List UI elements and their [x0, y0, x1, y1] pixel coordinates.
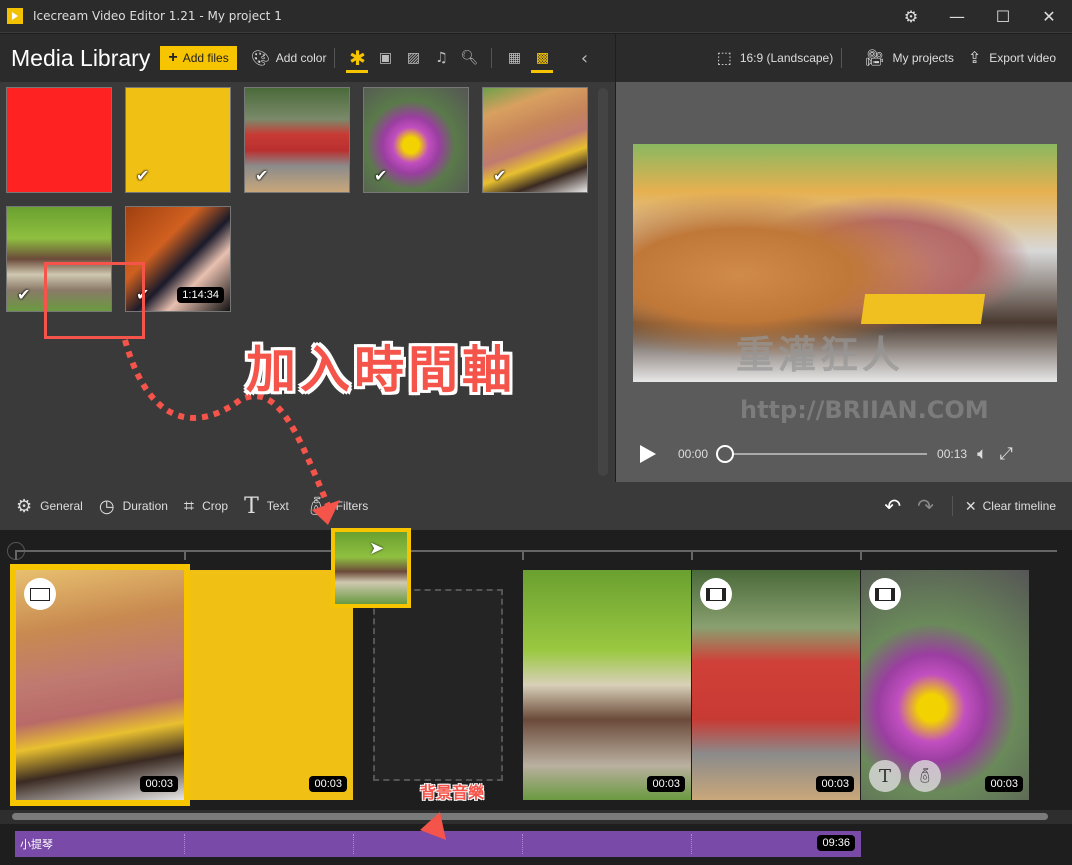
annotation-arrows [122, 339, 446, 840]
audio-arrow-head [420, 812, 446, 840]
annotation-add-to-timeline: 加入時間軸 [246, 341, 516, 399]
annotation-background-music: 背景音樂 [420, 783, 485, 802]
